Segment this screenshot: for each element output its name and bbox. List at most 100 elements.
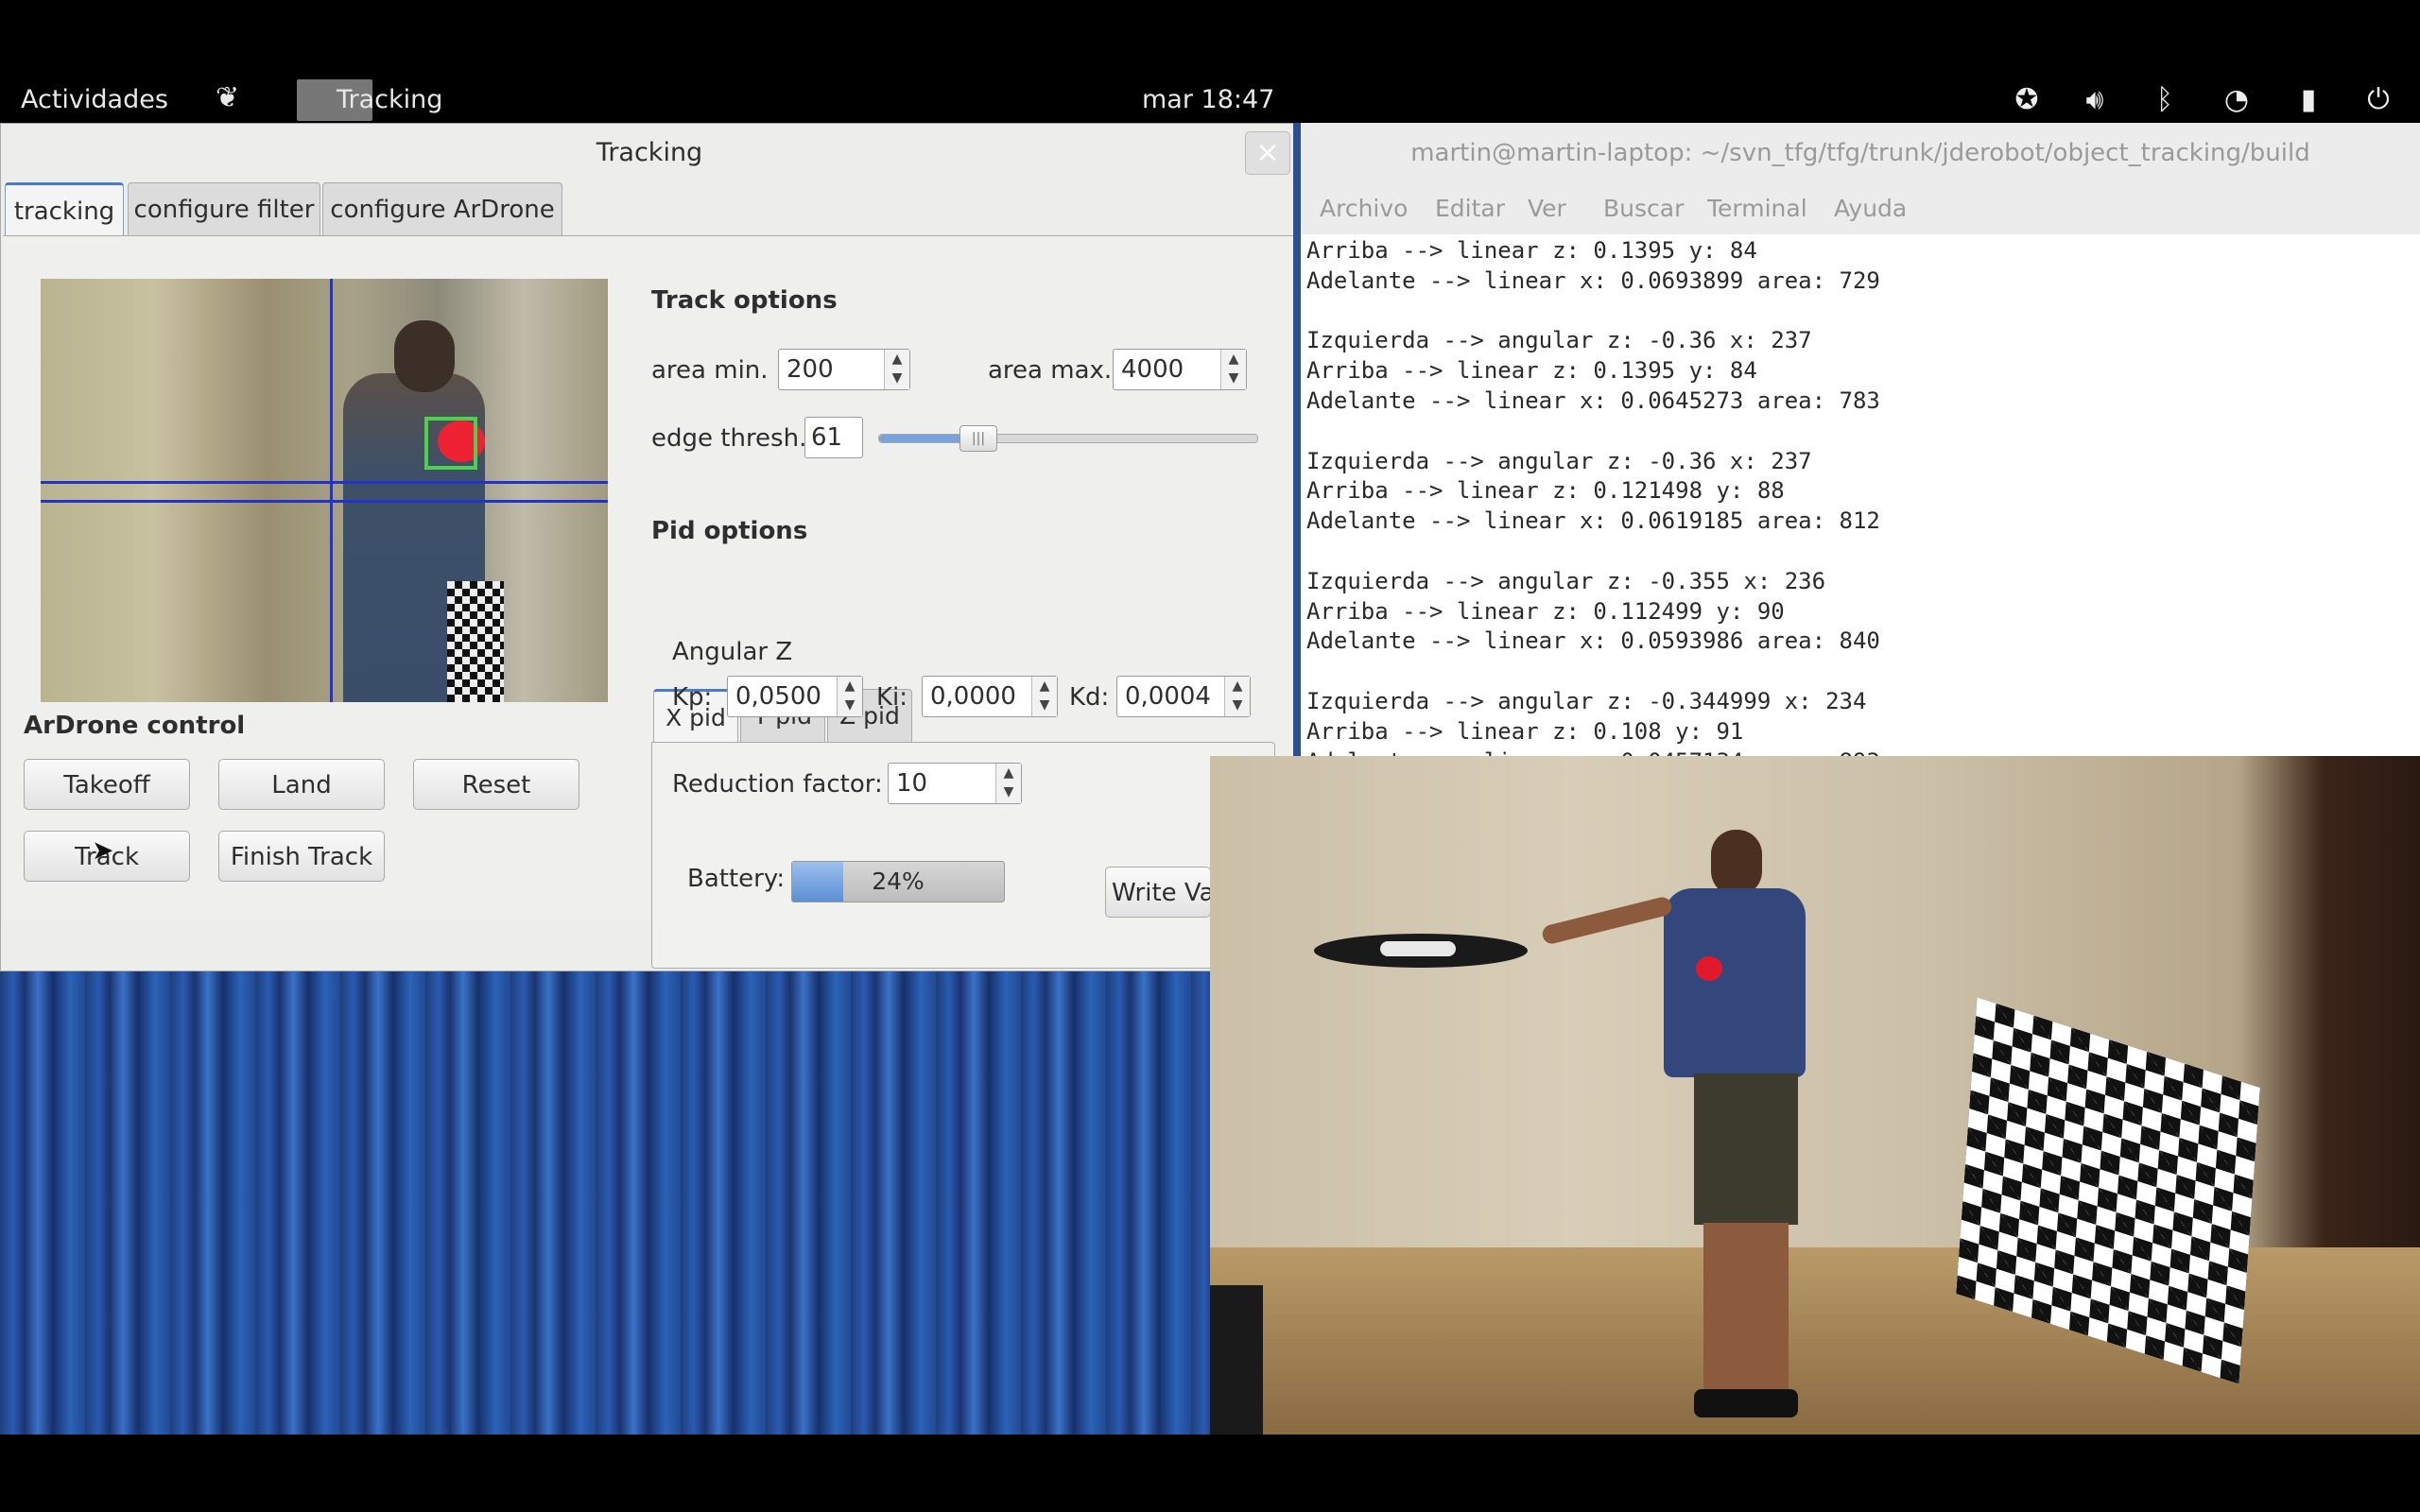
kp-value[interactable]: 0,0500: [735, 682, 821, 711]
terminal-line: Arriba --> linear z: 0.108 y: 91: [1306, 717, 1744, 745]
area-max-label: area max.: [988, 356, 1113, 385]
area-max-value[interactable]: 4000: [1121, 355, 1184, 384]
terminal-line: Adelante --> linear x: 0.0619185 area: 8…: [1306, 507, 1880, 535]
power-icon[interactable]: ⏻: [2360, 81, 2397, 119]
reduction-factor-label: Reduction factor:: [672, 770, 883, 799]
slider-handle-icon[interactable]: |||: [959, 425, 997, 452]
battery-label: Battery:: [687, 865, 786, 893]
video-person-shorts: [1694, 1074, 1798, 1225]
edge-thresh-slider[interactable]: |||: [878, 425, 1258, 452]
kd-label: Kd:: [1069, 683, 1110, 712]
bottom-letterbox: [0, 1435, 2420, 1512]
wifi-icon[interactable]: ◔: [2218, 81, 2256, 119]
terminal-line: Izquierda --> angular z: -0.36 x: 237: [1306, 327, 1812, 354]
angular-z-label: Angular Z: [672, 638, 793, 666]
terminal-line: Arriba --> linear z: 0.112499 y: 90: [1306, 597, 1785, 625]
reduction-factor-spinner[interactable]: 10 ▲ ▼: [888, 763, 1022, 804]
app-menu-label[interactable]: Tracking: [337, 85, 442, 114]
area-min-label: area min.: [651, 356, 769, 385]
spinner-arrows-icon[interactable]: ▲ ▼: [995, 764, 1021, 803]
takeoff-button[interactable]: Takeoff: [24, 759, 190, 810]
land-button[interactable]: Land: [218, 759, 385, 810]
spinner-arrows-icon[interactable]: ▲ ▼: [1031, 677, 1057, 716]
pid-options-heading: Pid options: [651, 517, 808, 545]
area-min-spinner[interactable]: 200 ▲ ▼: [778, 349, 910, 390]
ki-label: Ki:: [876, 683, 908, 712]
video-person-shirt: [1664, 888, 1806, 1077]
terminal-title: martin@martin-laptop: ~/svn_tfg/tfg/trun…: [1301, 123, 2420, 183]
menu-buscar[interactable]: Buscar: [1603, 195, 1684, 222]
write-values-button[interactable]: Write Va: [1105, 867, 1211, 918]
video-person-legs: [1703, 1223, 1789, 1402]
tracking-box: [424, 417, 477, 470]
reset-button[interactable]: Reset: [413, 759, 579, 810]
terminal-line: Arriba --> linear z: 0.121498 y: 88: [1306, 477, 1785, 505]
ardrone-control-heading: ArDrone control: [24, 712, 246, 740]
tracking-window: Tracking × tracking configure filter con…: [0, 123, 1297, 971]
terminal-line: Adelante --> linear x: 0.0645273 area: 7…: [1306, 387, 1880, 414]
spinner-arrows-icon[interactable]: ▲ ▼: [1224, 677, 1250, 716]
video-speaker: [1210, 1285, 1263, 1435]
desktop-wallpaper: [0, 971, 1210, 1435]
edge-thresh-label: edge thresh.: [651, 424, 807, 453]
mouse-cursor-icon: ➤: [92, 834, 114, 866]
area-min-value[interactable]: 200: [786, 355, 834, 384]
terminal-line: Izquierda --> angular z: -0.355 x: 236: [1306, 567, 1826, 594]
kp-spinner[interactable]: 0,0500 ▲ ▼: [727, 676, 863, 717]
drone-hull: [1380, 941, 1456, 956]
close-icon[interactable]: ×: [1245, 131, 1290, 175]
menu-terminal[interactable]: Terminal: [1707, 195, 1807, 222]
tab-configure-ardrone[interactable]: configure ArDrone: [322, 182, 562, 235]
volume-icon[interactable]: 🔊︎: [2076, 81, 2114, 119]
terminal-line: Izquierda --> angular z: -0.344999 x: 23…: [1306, 687, 1867, 714]
gnome-foot-icon[interactable]: ❦: [216, 81, 239, 114]
kd-spinner[interactable]: 0,0004 ▲ ▼: [1116, 676, 1251, 717]
finish-track-button[interactable]: Finish Track: [218, 831, 385, 882]
spinner-arrows-icon[interactable]: ▲ ▼: [884, 350, 909, 389]
terminal-line: Arriba --> linear z: 0.1395 y: 84: [1306, 237, 1757, 264]
spinner-arrows-icon[interactable]: ▲ ▼: [1220, 350, 1246, 389]
bluetooth-icon[interactable]: ᛒ: [2146, 81, 2184, 119]
camera-checkerboard: [447, 581, 504, 702]
menu-ver[interactable]: Ver: [1528, 195, 1566, 222]
tab-configure-filter[interactable]: configure filter: [128, 182, 320, 235]
clock[interactable]: mar 18:47: [1142, 85, 1274, 114]
ki-spinner[interactable]: 0,0000 ▲ ▼: [922, 676, 1058, 717]
kp-label: Kp:: [672, 683, 713, 712]
activities-button[interactable]: Actividades: [21, 85, 168, 114]
edge-thresh-value[interactable]: 61: [804, 417, 863, 458]
window-divider: [1293, 123, 1301, 756]
video-person-head: [1711, 830, 1762, 896]
track-options-heading: Track options: [651, 286, 838, 315]
area-max-spinner[interactable]: 4000 ▲ ▼: [1113, 349, 1247, 390]
camera-preview: [41, 279, 608, 702]
reduction-factor-value[interactable]: 10: [896, 769, 927, 798]
menu-ayuda[interactable]: Ayuda: [1834, 195, 1907, 222]
kd-value[interactable]: 0,0004: [1125, 682, 1211, 711]
center-vertical-line: [330, 279, 333, 702]
terminal-line: Izquierda --> angular z: -0.36 x: 237: [1306, 447, 1812, 474]
video-person-shoes: [1694, 1389, 1798, 1418]
terminal-menubar: Archivo Editar Ver Buscar Terminal Ayuda: [1301, 183, 2420, 234]
terminal-line: Arriba --> linear z: 0.1395 y: 84: [1306, 357, 1757, 385]
terminal-window[interactable]: martin@martin-laptop: ~/svn_tfg/tfg/trun…: [1301, 123, 2420, 775]
menu-archivo[interactable]: Archivo: [1320, 195, 1408, 222]
ki-value[interactable]: 0,0000: [930, 682, 1016, 711]
accessibility-icon[interactable]: ✪: [2008, 81, 2046, 119]
camera-head: [394, 320, 455, 392]
spinner-arrows-icon[interactable]: ▲ ▼: [837, 677, 862, 716]
menu-editar[interactable]: Editar: [1435, 195, 1505, 222]
battery-percent: 24%: [872, 868, 925, 895]
center-horizontal-line-1: [41, 481, 608, 484]
battery-progress-bar: 24%: [791, 861, 1005, 902]
battery-icon[interactable]: ▮: [2290, 81, 2327, 119]
video-overlay: [1210, 756, 2420, 1435]
tab-tracking[interactable]: tracking: [5, 182, 124, 239]
terminal-line: Adelante --> linear x: 0.0593986 area: 8…: [1306, 627, 1880, 655]
terminal-line: Adelante --> linear x: 0.0693899 area: 7…: [1306, 266, 1880, 294]
terminal-output[interactable]: Arriba --> linear z: 0.1395 y: 84 Adelant…: [1306, 236, 2412, 777]
video-person-arm: [1540, 895, 1674, 946]
